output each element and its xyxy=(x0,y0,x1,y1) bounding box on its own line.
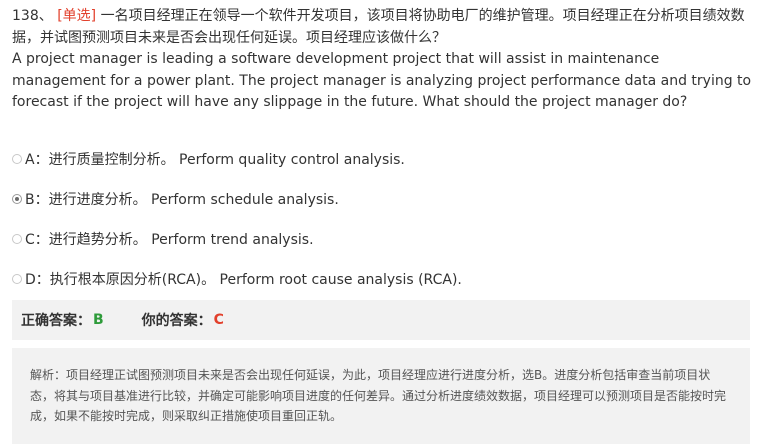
answer-summary: 正确答案： B 你的答案： C xyxy=(12,300,750,340)
radio-c[interactable] xyxy=(12,234,22,244)
option-d[interactable]: D：执行根本原因分析(RCA)。 Perform root cause anal… xyxy=(12,259,752,299)
option-b-label[interactable]: B：进行进度分析。 Perform schedule analysis. xyxy=(25,189,339,209)
radio-d[interactable] xyxy=(12,274,22,284)
question-number: 138、 xyxy=(12,8,53,24)
question-block: 138、 [单选] 一名项目经理正在领导一个软件开发项目，该项目将协助电厂的维护… xyxy=(12,6,752,114)
question-type-tag: [单选] xyxy=(57,8,97,24)
option-c-label[interactable]: C：进行趋势分析。 Perform trend analysis. xyxy=(25,229,314,249)
correct-answer-value: B xyxy=(93,312,104,328)
question-text-en: A project manager is leading a software … xyxy=(12,51,752,110)
correct-answer-label: 正确答案： xyxy=(21,313,91,329)
your-answer-label: 你的答案： xyxy=(141,313,212,329)
explanation-text: 解析：项目经理正试图预测项目未来是否会出现任何延误，为此，项目经理应进行进度分析… xyxy=(30,368,727,423)
option-a-label[interactable]: A：进行质量控制分析。 Perform quality control anal… xyxy=(25,149,405,169)
option-b[interactable]: B：进行进度分析。 Perform schedule analysis. xyxy=(12,179,752,219)
option-c[interactable]: C：进行趋势分析。 Perform trend analysis. xyxy=(12,219,752,259)
radio-b[interactable] xyxy=(12,194,22,204)
option-d-label[interactable]: D：执行根本原因分析(RCA)。 Perform root cause anal… xyxy=(25,269,462,289)
explanation-panel: 解析：项目经理正试图预测项目未来是否会出现任何延误，为此，项目经理应进行进度分析… xyxy=(12,348,750,444)
question-text-cn: 一名项目经理正在领导一个软件开发项目，该项目将协助电厂的维护管理。项目经理正在分… xyxy=(12,8,745,46)
options-list: A：进行质量控制分析。 Perform quality control anal… xyxy=(12,139,752,299)
your-answer-value: C xyxy=(213,312,224,328)
radio-a[interactable] xyxy=(12,154,22,164)
option-a[interactable]: A：进行质量控制分析。 Perform quality control anal… xyxy=(12,139,752,179)
